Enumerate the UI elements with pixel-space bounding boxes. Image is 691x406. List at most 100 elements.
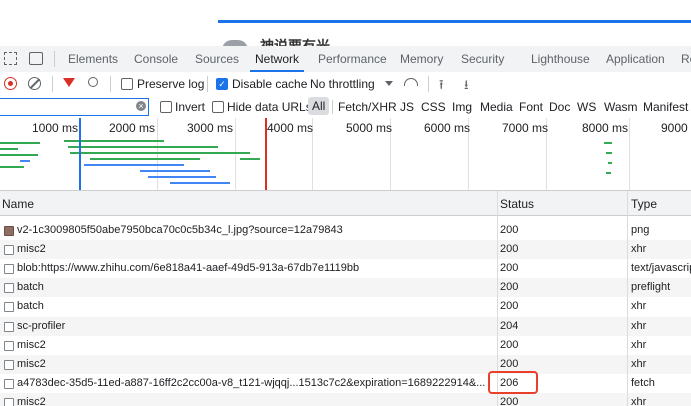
table-row[interactable]: document-iconmisc2 200 xhr <box>0 336 691 355</box>
timeline-tick: 8000 ms <box>582 121 629 135</box>
filter-input[interactable] <box>0 98 149 116</box>
type-filter-js[interactable]: JS <box>400 100 414 114</box>
tab-lighthouse[interactable]: Lighthouse <box>531 46 590 72</box>
type-filter-wasm[interactable]: Wasm <box>604 100 638 114</box>
chevron-down-icon[interactable] <box>385 81 393 86</box>
column-header-type[interactable]: Type <box>631 197 657 211</box>
preserve-log-label: Preserve log <box>137 77 205 91</box>
filter-icon[interactable] <box>63 78 75 87</box>
record-icon[interactable] <box>4 77 17 90</box>
timeline-tick: 1000 ms <box>32 121 79 135</box>
document-icon: document-icon <box>4 283 14 294</box>
device-toolbar-icon[interactable] <box>29 52 43 65</box>
table-row[interactable]: document-iconsc-profiler 204 xhr <box>0 316 691 336</box>
tab-elements[interactable]: Elements <box>68 46 118 72</box>
timeline-tick: 4000 ms <box>267 121 314 135</box>
disable-cache-checkbox[interactable]: ✓ <box>216 78 228 90</box>
table-row[interactable]: document-iconbatch 200 xhr <box>0 297 691 316</box>
cell-status: 204 <box>500 319 519 332</box>
type-filter-doc[interactable]: Doc <box>549 100 570 114</box>
import-har-icon[interactable]: ⭱ <box>439 76 444 98</box>
cell-name: v2-1c3009805f50abe7950bca70c0c5b34c_l.jp… <box>17 224 343 236</box>
document-icon: document-icon <box>4 321 14 332</box>
table-row[interactable]: document-iconmisc2 200 xhr <box>0 354 691 374</box>
document-icon: document-icon <box>4 264 14 275</box>
column-header-name[interactable]: Name <box>2 197 34 211</box>
cell-name: misc2 <box>17 338 46 351</box>
tab-security[interactable]: Security <box>461 46 504 72</box>
throttling-select[interactable]: No throttling <box>310 77 375 91</box>
tab-performance[interactable]: Performance <box>318 46 387 72</box>
type-filter-fetch-xhr[interactable]: Fetch/XHR <box>338 100 397 114</box>
inspect-element-icon[interactable] <box>4 52 17 65</box>
table-row[interactable]: document-iconbatch 200 preflight <box>0 278 691 298</box>
tab-sources[interactable]: Sources <box>195 46 239 72</box>
timeline-tick: 2000 ms <box>109 121 156 135</box>
clear-filter-icon[interactable]: × <box>136 101 146 111</box>
document-icon: document-icon <box>4 245 14 256</box>
cell-type: xhr <box>631 357 647 370</box>
table-row[interactable]: document-iconblob:https://www.zhihu.com/… <box>0 259 691 278</box>
tab-application[interactable]: Application <box>606 46 665 72</box>
type-filter-css[interactable]: CSS <box>421 100 446 114</box>
timeline-tick: 6000 ms <box>424 121 471 135</box>
cell-name: misc2 <box>17 395 46 406</box>
preserve-log-checkbox[interactable] <box>121 78 133 90</box>
type-filter-font[interactable]: Font <box>519 100 543 114</box>
hide-data-urls-label: Hide data URLs <box>227 100 312 114</box>
tab-memory[interactable]: Memory <box>400 46 443 72</box>
cell-type: xhr <box>631 395 647 406</box>
cell-status: 200 <box>500 281 519 294</box>
hide-data-urls-checkbox[interactable] <box>212 101 224 113</box>
cell-type: png <box>631 224 650 236</box>
status-highlight-box <box>488 371 538 394</box>
cell-name: blob:https://www.zhihu.com/6e818a41-aaef… <box>17 262 360 275</box>
table-header: Name Status Type <box>0 191 691 216</box>
clear-icon[interactable] <box>28 77 41 90</box>
cell-status: 200 <box>500 395 519 406</box>
cell-name: sc-profiler <box>17 319 66 332</box>
type-filter-ws[interactable]: WS <box>577 100 596 114</box>
page-progress-line <box>218 20 691 23</box>
tab-network[interactable]: Network <box>250 46 305 72</box>
cell-name: misc2 <box>17 357 46 370</box>
cell-name: batch <box>17 281 44 294</box>
document-icon: document-icon <box>4 359 14 370</box>
type-filter-img[interactable]: Img <box>452 100 472 114</box>
type-filter-manifest[interactable]: Manifest <box>643 100 688 114</box>
cell-type: xhr <box>631 243 647 256</box>
document-icon: document-icon <box>4 397 14 406</box>
cell-type: xhr <box>631 338 647 351</box>
timeline-tick: 7000 ms <box>502 121 549 135</box>
search-icon[interactable] <box>88 77 98 87</box>
network-conditions-icon[interactable] <box>404 78 418 86</box>
invert-checkbox[interactable] <box>160 101 172 113</box>
export-har-icon[interactable]: ⭳ <box>464 76 469 98</box>
requests-table: Name Status Type image-file-iconv2-1c300… <box>0 191 691 406</box>
table-row[interactable]: image-file-iconv2-1c3009805f50abe7950bca… <box>0 221 691 240</box>
cell-status: 200 <box>500 338 519 351</box>
cell-status: 200 <box>500 243 519 256</box>
network-toolbar: Preserve log ✓ Disable cache No throttli… <box>0 72 691 97</box>
cell-type: text/javascript <box>631 262 691 275</box>
document-icon: document-icon <box>4 340 14 351</box>
cell-type: xhr <box>631 319 647 332</box>
cell-name: misc2 <box>17 243 46 256</box>
table-row[interactable]: document-icona4783dec-35d5-11ed-a887-16f… <box>0 374 691 393</box>
column-header-status[interactable]: Status <box>500 197 534 211</box>
cell-status: 200 <box>500 224 519 236</box>
disable-cache-label: Disable cache <box>232 77 308 91</box>
table-row[interactable]: document-iconmisc2 200 xhr <box>0 392 691 406</box>
type-filter-all[interactable]: All <box>308 97 330 115</box>
table-row[interactable]: document-iconmisc2 200 xhr <box>0 240 691 260</box>
tab-console[interactable]: Console <box>134 46 178 72</box>
timeline-tick: 3000 ms <box>187 121 234 135</box>
document-icon: document-icon <box>4 378 14 389</box>
invert-label: Invert <box>175 100 206 114</box>
devtools-tab-bar: Elements Console Sources Network Perform… <box>0 46 691 73</box>
timeline-tick: 9000 m <box>661 121 691 135</box>
cell-name: a4783dec-35d5-11ed-a887-16ff2c2cc00a-v8_… <box>17 376 486 389</box>
tab-more[interactable]: Re <box>681 46 691 72</box>
timeline-overview[interactable]: 1000 ms 2000 ms 3000 ms 4000 ms 5000 ms … <box>0 118 691 191</box>
type-filter-media[interactable]: Media <box>480 100 513 114</box>
